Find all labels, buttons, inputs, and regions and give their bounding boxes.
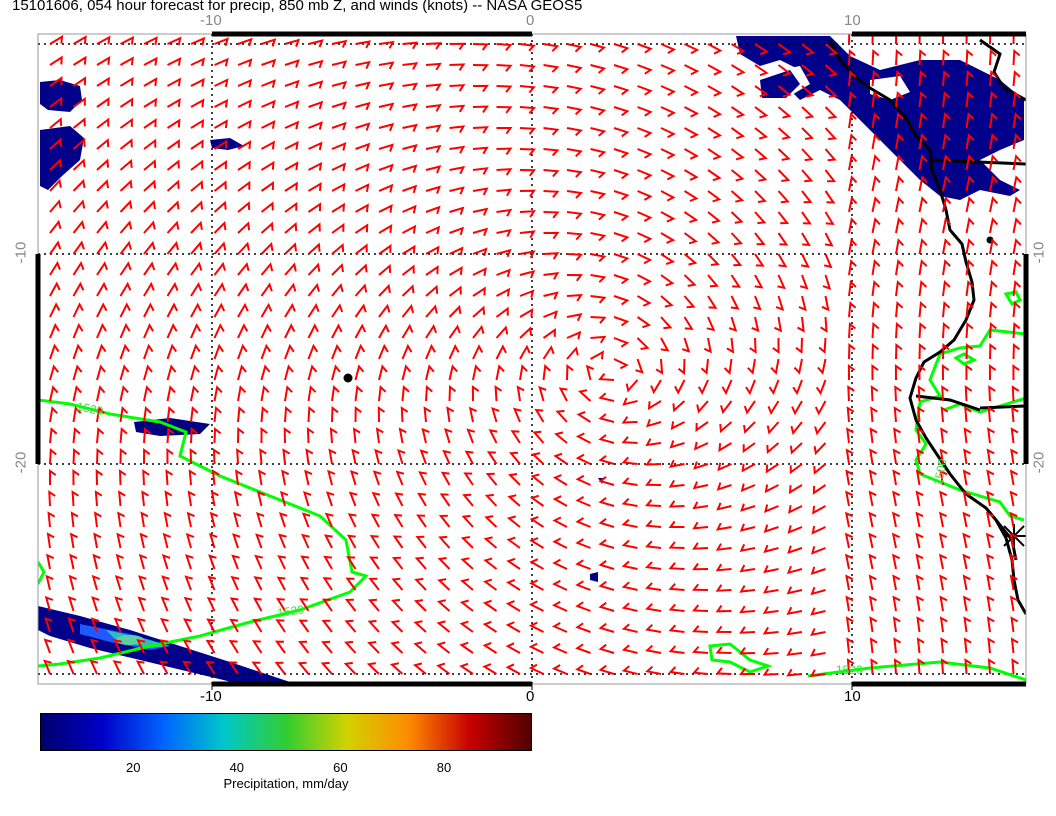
colorbar-tick-label: 60: [333, 760, 348, 775]
right-lat-tick: -10: [1030, 241, 1048, 264]
top-lon-tick: -10: [200, 12, 222, 29]
bottom-lon-tick: 0: [526, 688, 535, 705]
colorbar-tick-label: 20: [125, 760, 141, 775]
bottom-lon-tick: -10: [200, 688, 222, 705]
contour-label: 1520: [836, 663, 863, 677]
left-lat-tick: -20: [12, 451, 30, 474]
colorbar-label: Precipitation, mm/day: [223, 776, 349, 791]
left-lat-tick: -10: [12, 241, 30, 264]
precipitation-colorbar: [40, 713, 532, 751]
top-lon-tick: 10: [844, 12, 861, 29]
right-lat-tick: -20: [1030, 451, 1048, 474]
colorbar-tick-label: 80: [436, 760, 452, 775]
colorbar-tick-label: 40: [229, 760, 245, 775]
top-lon-tick: 0: [526, 12, 535, 29]
bottom-lon-tick: 10: [844, 688, 861, 705]
